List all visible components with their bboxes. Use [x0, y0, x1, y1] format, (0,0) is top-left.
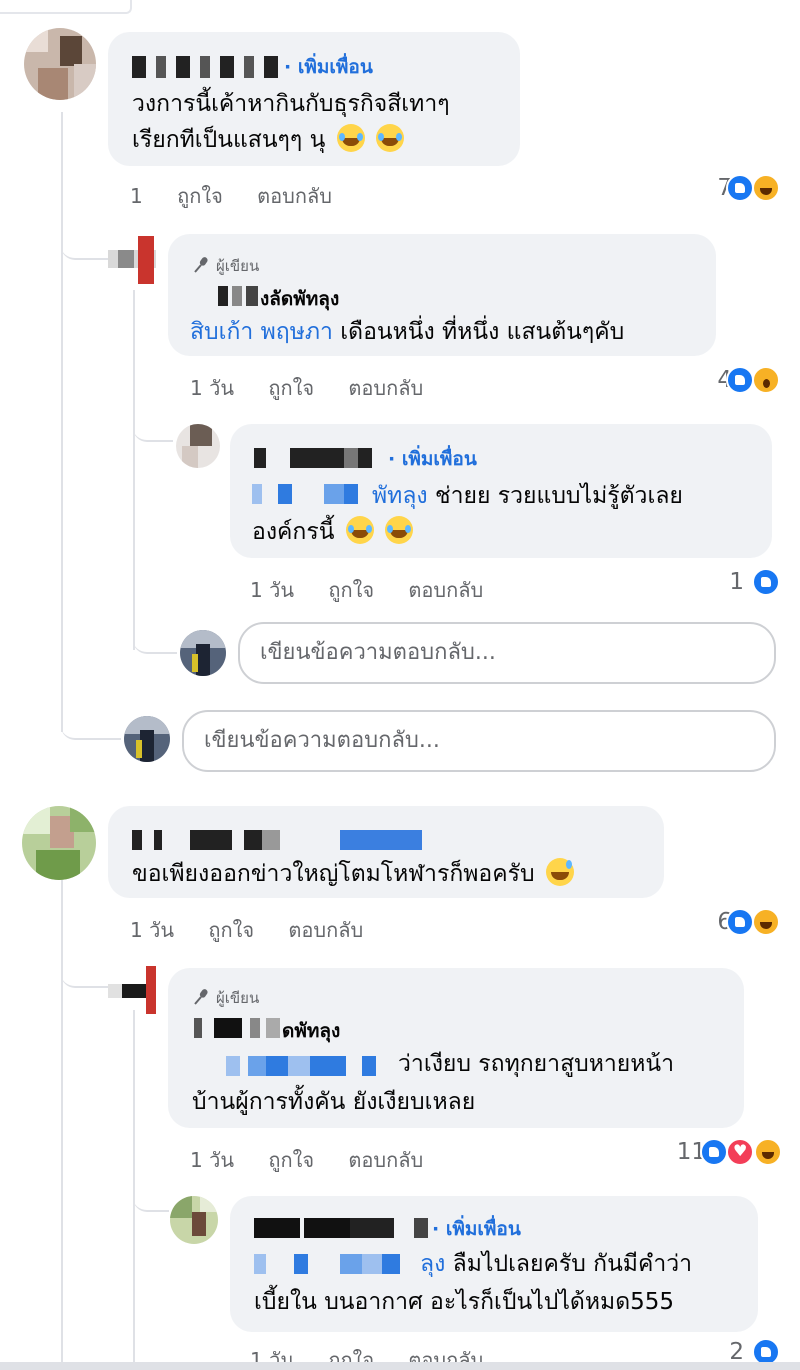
like-icon	[726, 174, 754, 202]
like-button[interactable]: ถูกใจ	[328, 578, 374, 602]
reply-button[interactable]: ตอบกลับ	[348, 376, 423, 400]
comment-text-line: เรียกทีเป็นแสนๆๆ นุ	[132, 122, 404, 158]
reaction-summary[interactable]: 1	[690, 566, 790, 598]
avatar[interactable]	[108, 236, 156, 284]
redacted-mention	[226, 1056, 394, 1076]
like-button[interactable]: ถูกใจ	[268, 376, 314, 400]
commenter-name[interactable]: งลัดพัทลุง	[260, 284, 339, 314]
redacted-mention	[254, 1254, 422, 1274]
reaction-count: 1	[729, 569, 744, 595]
timestamp[interactable]: 1 วัน	[190, 1148, 234, 1172]
timestamp[interactable]: 1	[130, 184, 143, 208]
love-icon	[726, 1138, 754, 1166]
thread-curve	[61, 690, 121, 740]
reply-button[interactable]: ตอบกลับ	[257, 184, 332, 208]
like-button[interactable]: ถูกใจ	[208, 918, 254, 942]
microphone-icon	[194, 257, 208, 273]
add-friend-link[interactable]: · เพิ่มเพื่อน	[284, 52, 373, 82]
thread-curve	[133, 1170, 169, 1212]
comment-text-line: องค์กรนี้	[252, 514, 414, 550]
thread-curve	[61, 940, 111, 988]
top-edge	[0, 0, 800, 14]
comment-text-line: บ้านผู้การทั้งคัน ยังเงียบเหลย	[192, 1089, 476, 1115]
redacted-name	[254, 1218, 428, 1238]
thread-line	[133, 290, 135, 650]
timestamp[interactable]: 1 วัน	[250, 578, 294, 602]
mention-link[interactable]: สิบเก้า พฤษภา	[190, 319, 333, 345]
like-icon	[726, 908, 754, 936]
comment-text-line: ลุง ลืมไปเลยครับ กันมีคำว่า	[420, 1251, 693, 1277]
like-button[interactable]: ถูกใจ	[177, 184, 223, 208]
thread-curve	[133, 400, 173, 442]
reply-input[interactable]: เขียนข้อความตอบกลับ...	[182, 710, 776, 772]
thread-curve	[61, 200, 109, 260]
timestamp[interactable]: 1 วัน	[190, 376, 234, 400]
reply-placeholder: เขียนข้อความตอบกลับ...	[204, 728, 440, 753]
reaction-summary[interactable]: 7	[690, 172, 790, 204]
mention-link[interactable]: พัทลุง	[372, 483, 428, 509]
thread-curve	[133, 610, 177, 654]
wow-icon	[752, 366, 780, 394]
redacted-name	[194, 1018, 280, 1038]
reply-input[interactable]: เขียนข้อความตอบกลับ...	[238, 622, 776, 684]
laugh-tears-emoji	[345, 516, 374, 544]
avatar[interactable]	[170, 1196, 218, 1244]
comment-meta: 1 วัน ถูกใจ ตอบกลับ	[190, 372, 451, 404]
redacted-mention	[252, 484, 370, 504]
comment-text-line: วงการนี้เค้าหากินกับธุรกิจสีเทาๆ	[132, 91, 450, 117]
reply-button[interactable]: ตอบกลับ	[288, 918, 363, 942]
redacted-name	[132, 830, 422, 850]
redacted-name	[218, 286, 258, 306]
reaction-summary[interactable]: 6	[690, 906, 790, 938]
laugh-tears-emoji	[375, 124, 404, 152]
comment-meta: 1 วัน ถูกใจ ตอบกลับ	[130, 914, 391, 946]
haha-icon	[752, 908, 780, 936]
reply-button[interactable]: ตอบกลับ	[348, 1148, 423, 1172]
bottom-edge	[0, 1362, 800, 1370]
comment-text-line: พัทลุง ช่ายย รวยแบบไม่รู้ตัวเลย	[372, 483, 683, 509]
avatar[interactable]	[176, 424, 220, 468]
comment-meta: 1 วัน ถูกใจ ตอบกลับ	[250, 574, 511, 606]
sweat-smile-emoji	[545, 858, 574, 886]
like-icon	[726, 366, 754, 394]
reply-placeholder: เขียนข้อความตอบกลับ...	[260, 640, 496, 665]
reply-button[interactable]: ตอบกลับ	[408, 578, 483, 602]
avatar[interactable]	[22, 806, 96, 880]
add-friend-link[interactable]: · เพิ่มเพื่อน	[432, 1214, 521, 1244]
current-user-avatar	[124, 716, 170, 762]
timestamp[interactable]: 1 วัน	[130, 918, 174, 942]
like-button[interactable]: ถูกใจ	[268, 1148, 314, 1172]
commenter-name[interactable]: ดพัทลุง	[282, 1016, 340, 1046]
avatar[interactable]	[24, 28, 96, 100]
microphone-icon	[194, 989, 208, 1005]
haha-icon	[752, 174, 780, 202]
current-user-avatar	[180, 630, 226, 676]
comment-text: สิบเก้า พฤษภา เดือนหนึ่ง ที่หนึ่ง แสนต้น…	[190, 319, 625, 345]
comment-text-line: ว่าเงียบ รถทุกยาสูบหายหน้า	[398, 1051, 675, 1077]
reaction-summary[interactable]: 4	[690, 364, 790, 396]
laugh-tears-emoji	[336, 124, 365, 152]
laugh-tears-emoji	[385, 516, 414, 544]
comment-text: ขอเพียงออกข่าวใหญ่โตมโหฬารก็พอครับ	[132, 856, 574, 892]
mention-link[interactable]: ลุง	[420, 1251, 445, 1277]
comment-meta: 1 วัน ถูกใจ ตอบกลับ	[190, 1144, 451, 1176]
author-badge: ผู้เขียน	[192, 986, 259, 1010]
redacted-name	[132, 56, 282, 78]
redacted-name	[254, 448, 384, 468]
comment-meta: 1 ถูกใจ ตอบกลับ	[130, 180, 360, 212]
reaction-summary[interactable]: 11	[650, 1136, 790, 1168]
add-friend-link[interactable]: · เพิ่มเพื่อน	[388, 444, 477, 474]
comment-text-line: เบี้ยใน บนอากาศ อะไรก็เป็นไปได้หมด555	[254, 1289, 675, 1315]
author-badge: ผู้เขียน	[192, 254, 259, 278]
tab-edge	[0, 0, 132, 14]
like-icon	[700, 1138, 728, 1166]
avatar[interactable]	[108, 966, 156, 1014]
like-icon	[752, 568, 780, 596]
haha-icon	[754, 1138, 782, 1166]
